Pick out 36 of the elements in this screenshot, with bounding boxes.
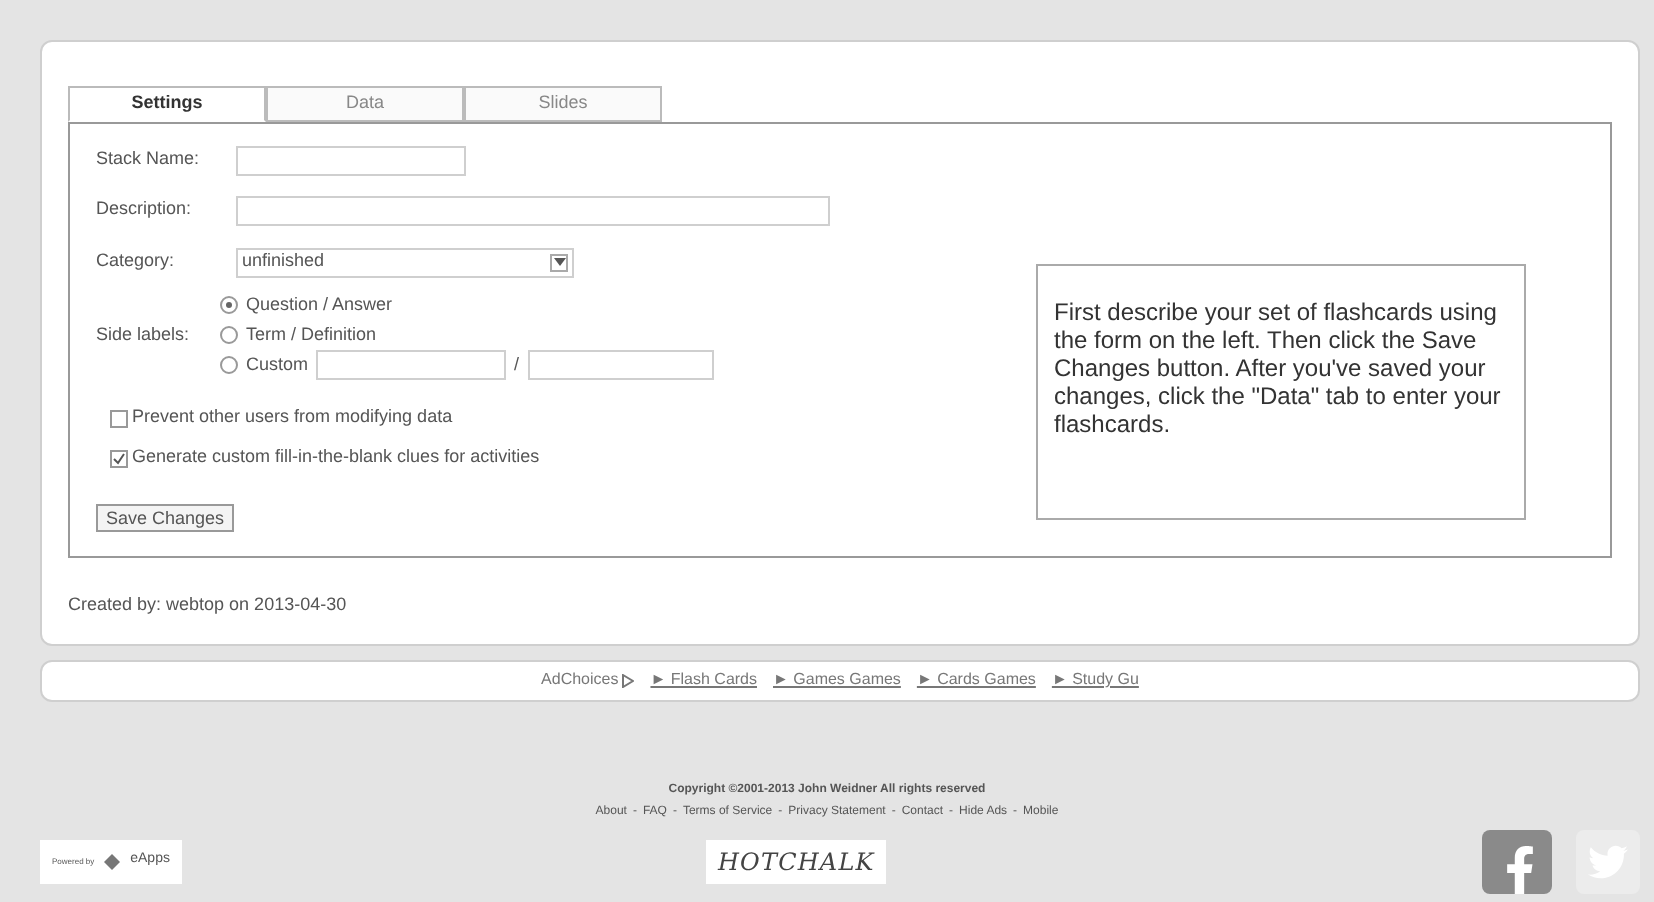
field-label: Stack Name: xyxy=(96,146,202,173)
ad-link[interactable]: ► Flash Cards xyxy=(650,668,757,692)
custom-label-field[interactable] xyxy=(316,350,507,380)
radio-button[interactable] xyxy=(220,296,238,314)
field-label: Side labels: xyxy=(96,321,192,348)
ad-link[interactable]: ► Cards Games xyxy=(916,668,1036,692)
field-label: Description: xyxy=(96,196,194,223)
ad-link[interactable]: ► Games Games xyxy=(773,668,901,692)
radio-button[interactable] xyxy=(220,356,238,374)
hotchalk-logo[interactable]: HOTCHALK xyxy=(705,839,887,883)
tab[interactable]: Data xyxy=(266,86,464,122)
ad-link[interactable]: ► Study Gu xyxy=(1051,668,1139,692)
chevron-icon xyxy=(550,253,568,271)
radio-button[interactable] xyxy=(220,326,238,344)
checkbox-label: Prevent other users from modifying data xyxy=(132,404,453,431)
play-outline-icon xyxy=(622,673,635,687)
custom-label-field[interactable] xyxy=(527,350,714,380)
radio-label: Question / Answer xyxy=(246,291,393,318)
tab[interactable]: Slides xyxy=(464,86,662,122)
radio-label: Term / Definition xyxy=(246,321,377,348)
created-by-text: Created by: webtop on 2013-04-30 xyxy=(68,592,349,618)
diamond-logo-icon xyxy=(104,853,121,869)
stack-name-field[interactable] xyxy=(236,145,466,175)
instructions-text: First describe your set of flashcards using the form on the left. Then click the Save Changes button. After you've saved your changes, click the "Data" tab to enter your flashcards. xyxy=(1036,264,1526,520)
checkbox[interactable] xyxy=(110,449,128,467)
slash-text: / xyxy=(514,351,520,378)
facebook-icon[interactable] xyxy=(1482,829,1552,893)
adchoices-text: AdChoices xyxy=(541,668,635,692)
category-select[interactable]: unfinished xyxy=(236,247,574,277)
tab[interactable]: Settings xyxy=(68,86,266,122)
checkbox-label: Generate custom fill-in-the-blank clues for activities xyxy=(132,444,540,471)
field-label: Category: xyxy=(96,248,177,275)
description-field[interactable] xyxy=(236,195,830,225)
save-changes-button[interactable]: Save Changes xyxy=(96,504,235,532)
checkbox[interactable] xyxy=(110,409,128,427)
radio-label: Custom xyxy=(246,351,309,378)
